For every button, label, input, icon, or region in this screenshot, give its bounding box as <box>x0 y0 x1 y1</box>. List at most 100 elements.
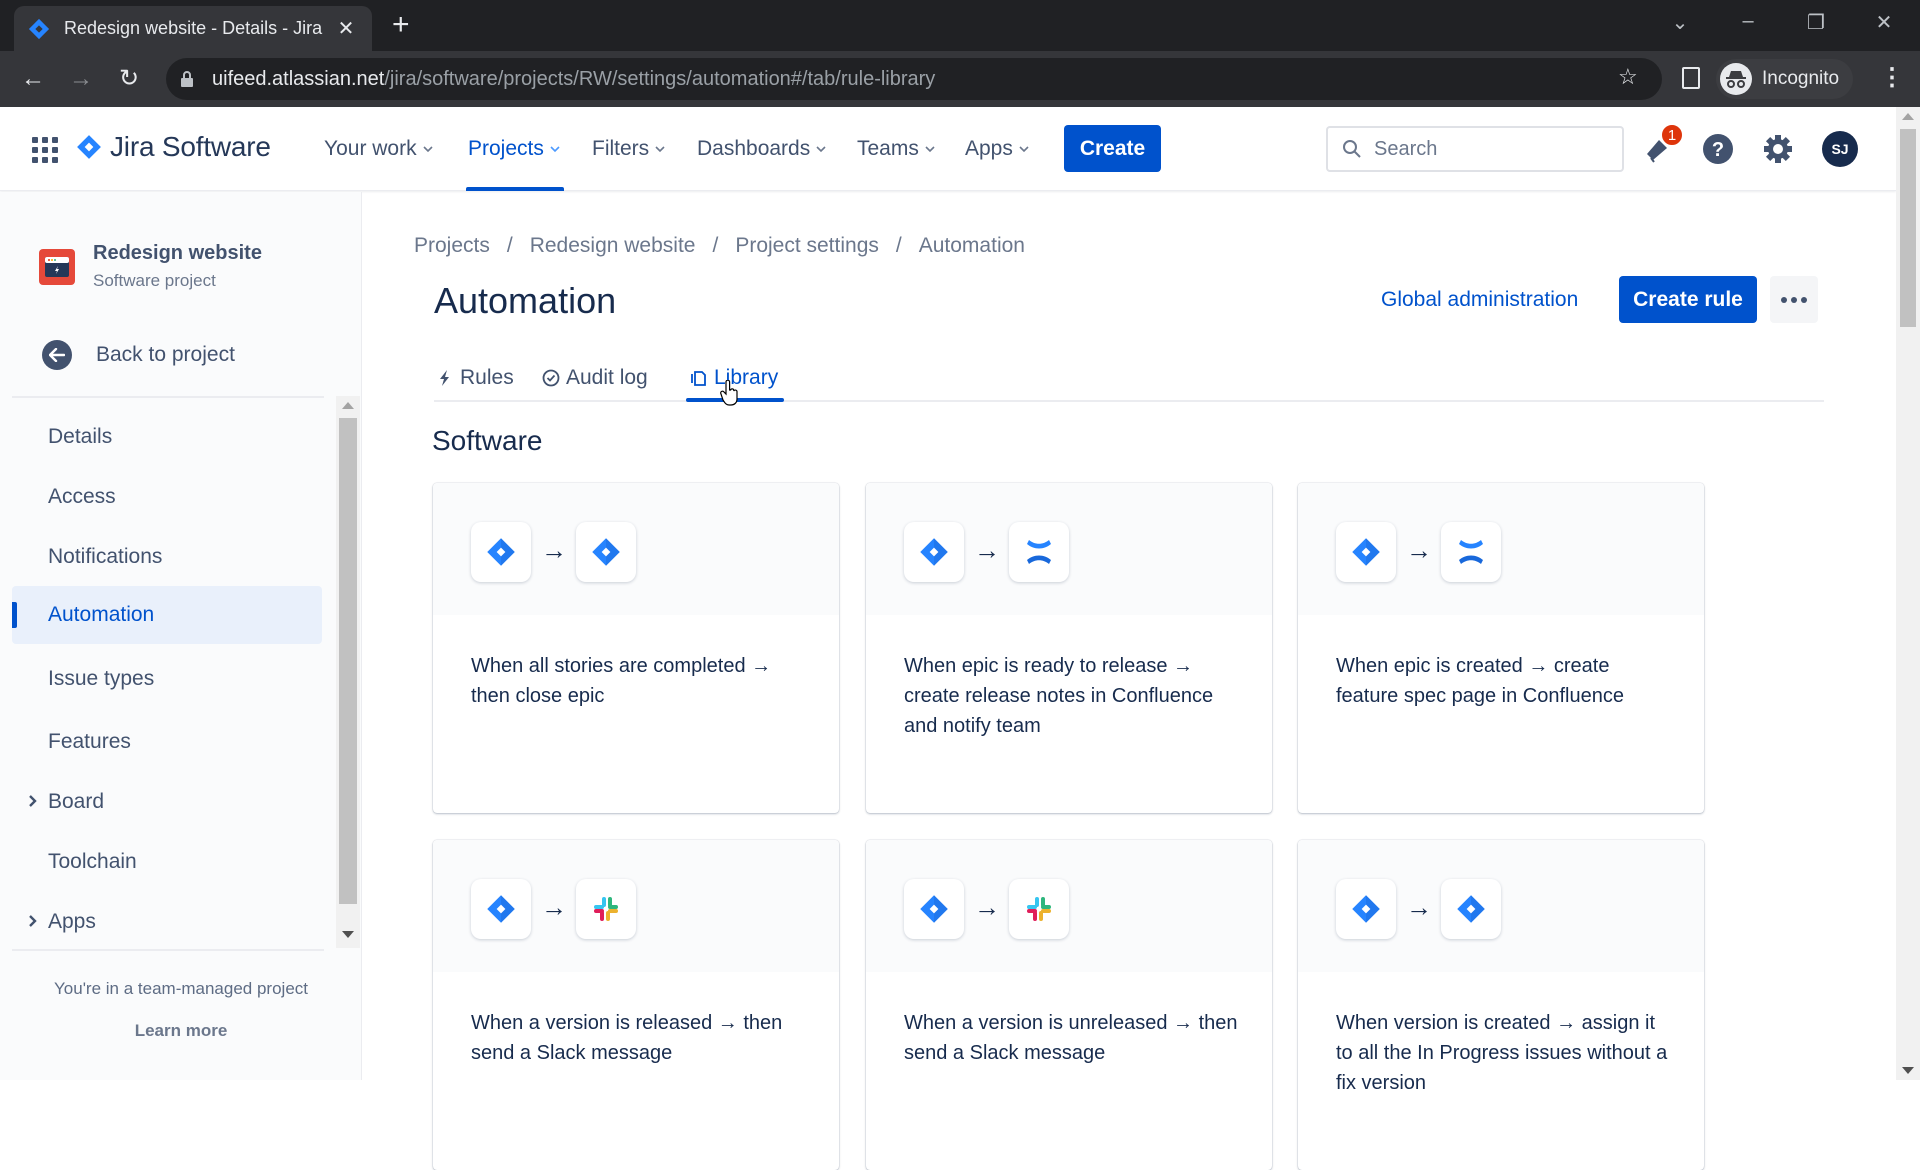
browser-menu-icon[interactable]: ⋮ <box>1880 63 1904 92</box>
side-panel-icon[interactable] <box>1682 67 1700 89</box>
sidebar-item-features[interactable]: Features <box>12 713 322 771</box>
nav-label: Apps <box>965 137 1013 160</box>
rule-template-card[interactable]: → When a version is unreleased → then sen… <box>866 840 1272 1170</box>
tab-audit-log[interactable]: Audit log <box>542 366 648 390</box>
close-window-icon[interactable]: ✕ <box>1864 10 1904 35</box>
project-avatar <box>39 249 75 285</box>
arrow-right-icon: → <box>1406 892 1432 922</box>
forward-icon[interactable]: → <box>66 64 96 94</box>
nav-your-work[interactable]: Your work <box>324 137 433 161</box>
help-icon[interactable]: ? <box>1698 129 1738 169</box>
scroll-up-arrow-icon[interactable] <box>1902 113 1914 120</box>
rule-template-card[interactable]: → When a version is released → then send … <box>433 840 839 1170</box>
sidebar-item-apps[interactable]: Apps <box>12 893 322 951</box>
tab-label: Rules <box>460 366 514 389</box>
rule-template-card[interactable]: → When epic is created → create feature s… <box>1298 483 1704 813</box>
sidebar-item-label: Access <box>48 485 116 508</box>
check-circle-icon <box>542 369 560 387</box>
url-field[interactable]: uifeed.atlassian.net/jira/software/proje… <box>166 58 1662 100</box>
scroll-down-arrow-icon[interactable] <box>1902 1067 1914 1074</box>
chevron-down-icon <box>423 146 433 153</box>
nav-apps[interactable]: Apps <box>965 137 1029 161</box>
back-to-project-link[interactable]: Back to project <box>42 340 235 370</box>
jira-software-logo[interactable]: Jira Software <box>76 131 271 163</box>
sidebar-divider <box>12 949 324 951</box>
nav-teams[interactable]: Teams <box>857 137 935 161</box>
sidebar-scrollbar[interactable] <box>336 396 360 948</box>
page-scrollbar[interactable] <box>1896 107 1920 1080</box>
incognito-profile-button[interactable]: Incognito <box>1716 59 1854 99</box>
url-host: uifeed.atlassian.net <box>212 67 385 90</box>
chevron-right-icon[interactable] <box>26 793 40 809</box>
nav-projects[interactable]: Projects <box>468 137 560 161</box>
restore-icon[interactable]: ❐ <box>1796 10 1836 35</box>
hand-cursor-icon <box>720 380 738 406</box>
breadcrumb-project-settings[interactable]: Project settings <box>735 234 879 258</box>
sidebar-item-notifications[interactable]: Notifications <box>12 528 322 586</box>
incognito-label: Incognito <box>1762 68 1840 89</box>
breadcrumb-projects[interactable]: Projects <box>414 234 490 258</box>
search-input[interactable] <box>1374 137 1594 161</box>
reload-icon[interactable]: ↻ <box>114 64 144 94</box>
back-label: Back to project <box>96 343 235 366</box>
sidebar-item-label: Toolchain <box>48 850 137 873</box>
browser-tab[interactable]: Redesign website - Details - Jira ✕ <box>14 6 372 51</box>
tab-rules[interactable]: Rules <box>436 366 514 390</box>
nav-label: Your work <box>324 137 417 160</box>
card-description: When version is created → assign it to a… <box>1336 1012 1668 1094</box>
sidebar-item-label: Issue types <box>48 667 155 690</box>
scroll-up-arrow-icon[interactable] <box>342 402 354 409</box>
tab-search-icon[interactable]: ⌄ <box>1660 10 1700 35</box>
global-administration-link[interactable]: Global administration <box>1381 288 1578 312</box>
back-icon[interactable]: ← <box>18 64 48 94</box>
minimize-icon[interactable]: – <box>1728 10 1768 33</box>
sidebar-item-access[interactable]: Access <box>12 468 322 526</box>
create-rule-button[interactable]: Create rule <box>1619 276 1757 323</box>
browser-tab-title: Redesign website - Details - Jira <box>64 18 323 38</box>
rule-template-card[interactable]: → When all stories are completed → then c… <box>433 483 839 813</box>
user-avatar[interactable]: SJ <box>1822 131 1858 167</box>
address-bar: ← → ↻ uifeed.atlassian.net/jira/software… <box>0 51 1920 107</box>
jira-app-icon <box>576 522 636 582</box>
card-description: When a version is unreleased → then send… <box>904 1012 1238 1064</box>
notification-badge: 1 <box>1660 123 1684 147</box>
app-switcher-icon[interactable] <box>32 137 58 163</box>
jira-app-icon <box>1336 522 1396 582</box>
scroll-down-arrow-icon[interactable] <box>342 931 354 938</box>
breadcrumb-project[interactable]: Redesign website <box>530 234 696 258</box>
arrow-right-icon: → <box>541 535 567 565</box>
team-managed-notice: You're in a team-managed project <box>54 979 308 998</box>
bookmark-star-icon[interactable]: ☆ <box>1618 64 1638 90</box>
chevron-down-icon <box>925 146 935 153</box>
card-description: When epic is ready to release → create r… <box>904 655 1214 737</box>
rule-template-card[interactable]: → When version is created → assign it to … <box>1298 840 1704 1170</box>
breadcrumb-automation[interactable]: Automation <box>919 234 1025 258</box>
chevron-down-icon <box>655 146 665 153</box>
sidebar-item-issue-types[interactable]: Issue types <box>12 650 322 708</box>
sidebar-item-automation[interactable]: Automation <box>12 586 322 644</box>
nav-label: Teams <box>857 137 919 160</box>
jira-logo-icon <box>77 135 101 159</box>
scrollbar-thumb[interactable] <box>339 418 357 904</box>
close-tab-icon[interactable]: ✕ <box>334 16 358 41</box>
more-actions-button[interactable] <box>1770 276 1818 323</box>
scrollbar-thumb[interactable] <box>1900 129 1916 327</box>
create-button[interactable]: Create <box>1064 125 1161 172</box>
sidebar-item-toolchain[interactable]: Toolchain <box>12 833 322 891</box>
nav-dashboards[interactable]: Dashboards <box>697 137 826 161</box>
nav-filters[interactable]: Filters <box>592 137 665 161</box>
sidebar-item-board[interactable]: Board <box>12 773 322 831</box>
tab-label: Audit log <box>566 366 648 389</box>
new-tab-icon[interactable]: + <box>392 10 410 40</box>
jira-app-icon <box>471 879 531 939</box>
sidebar-item-details[interactable]: Details <box>12 408 322 466</box>
rule-template-card[interactable]: → When epic is ready to release → create … <box>866 483 1272 813</box>
project-name: Redesign website <box>93 242 262 264</box>
svg-text:?: ? <box>1712 139 1724 161</box>
card-description: When epic is created → create feature sp… <box>1336 655 1624 707</box>
settings-gear-icon[interactable] <box>1758 129 1798 169</box>
chevron-right-icon[interactable] <box>26 913 40 929</box>
learn-more-link[interactable]: Learn more <box>0 1021 362 1041</box>
arrow-left-icon <box>42 340 72 370</box>
search-box[interactable] <box>1326 126 1624 172</box>
